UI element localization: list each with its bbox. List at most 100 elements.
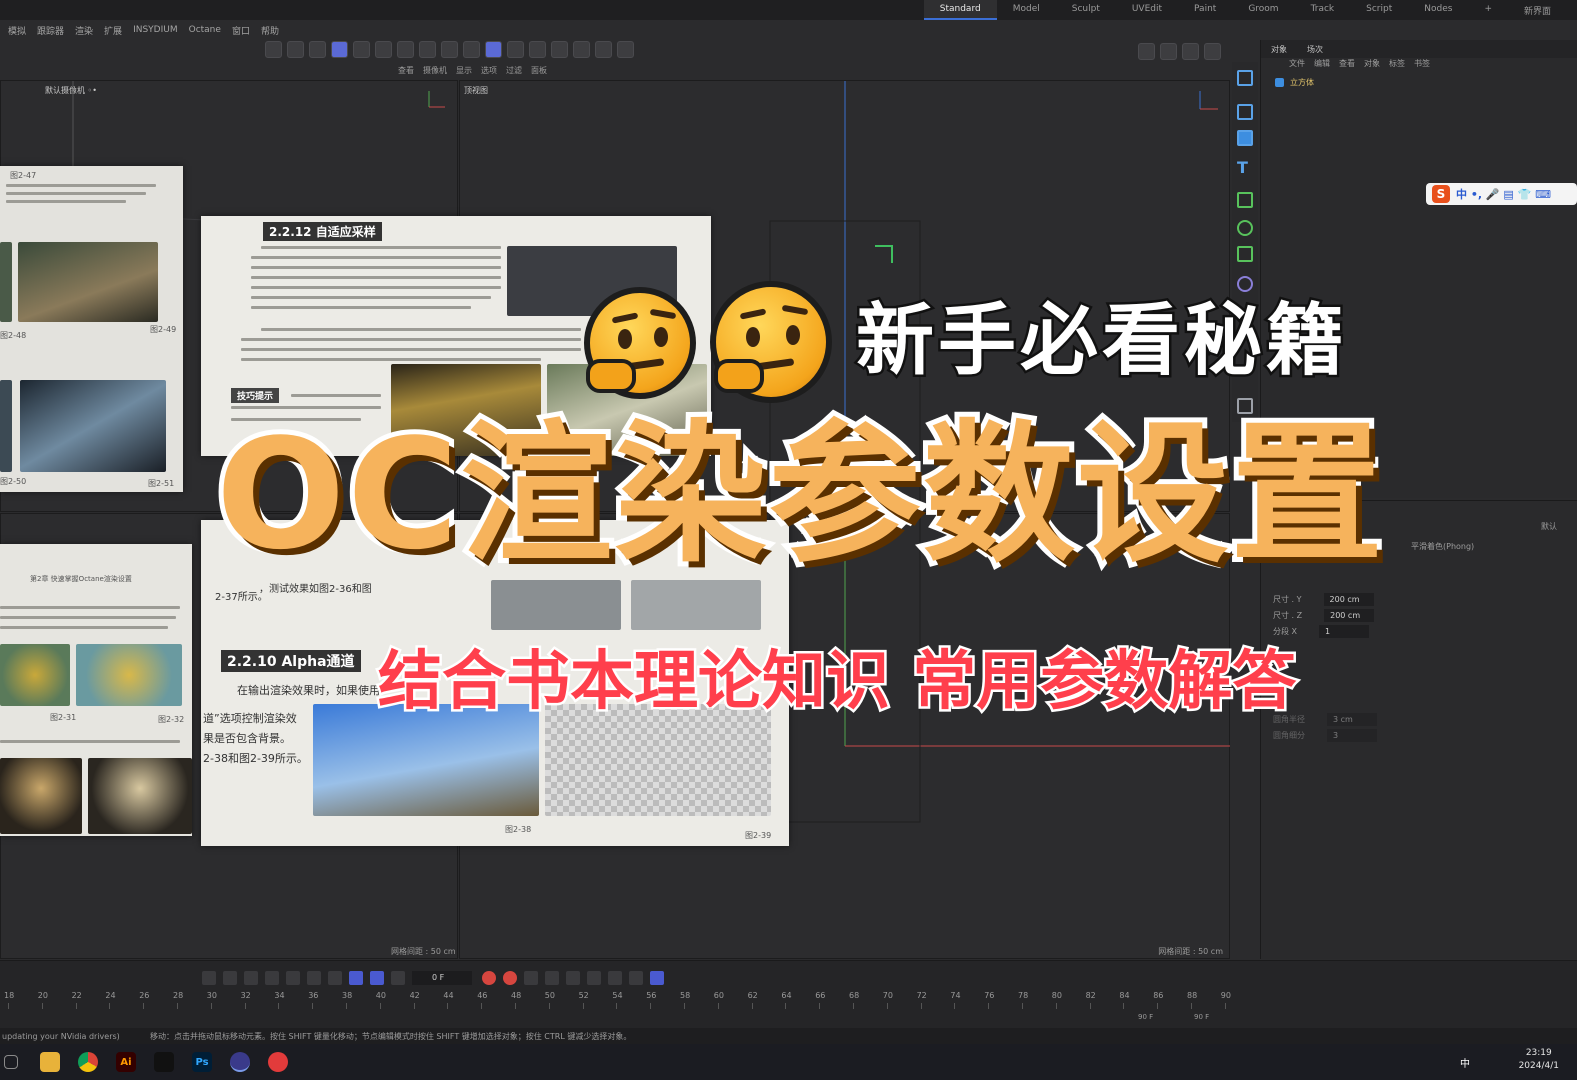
texture-icon[interactable]: [397, 41, 414, 58]
obj-menu-file[interactable]: 文件: [1289, 58, 1305, 74]
octane-live-icon[interactable]: [1204, 43, 1221, 60]
gear-icon[interactable]: [573, 41, 590, 58]
sound-icon[interactable]: [391, 971, 405, 985]
magnet-icon[interactable]: [419, 41, 436, 58]
record-icon[interactable]: [482, 971, 496, 985]
capcut-icon[interactable]: [154, 1052, 174, 1072]
prev-frame-icon[interactable]: [244, 971, 258, 985]
timeline-mode-icon[interactable]: [370, 971, 384, 985]
timeline-end-frame-a[interactable]: 90 F: [1138, 1013, 1153, 1021]
cinema4d-icon[interactable]: [230, 1052, 250, 1072]
motion-mode-icon[interactable]: [650, 971, 664, 985]
menu-octane[interactable]: Octane: [189, 25, 221, 35]
menu-render[interactable]: 渲染: [75, 24, 93, 37]
viewport-menu-filter[interactable]: 过滤: [506, 65, 522, 76]
hexagon-icon[interactable]: [595, 41, 612, 58]
layout-tab-nodes[interactable]: Nodes: [1408, 0, 1468, 20]
chrome-icon[interactable]: [78, 1052, 98, 1072]
target-icon[interactable]: [529, 41, 546, 58]
clock[interactable]: 23:19 2024/4/1: [1519, 1047, 1559, 1073]
prev-key-icon[interactable]: [223, 971, 237, 985]
go-to-start-icon[interactable]: [202, 971, 216, 985]
layout-tab-paint[interactable]: Paint: [1178, 0, 1232, 20]
select-icon[interactable]: [1237, 70, 1253, 86]
obj-menu-object[interactable]: 对象: [1364, 58, 1380, 74]
layout-tab-standard[interactable]: Standard: [923, 0, 997, 20]
viewport-menu-options[interactable]: 选项: [481, 65, 497, 76]
obj-menu-bookmarks[interactable]: 书签: [1414, 58, 1430, 74]
task-view-icon[interactable]: [4, 1055, 18, 1069]
obj-menu-tags[interactable]: 标签: [1389, 58, 1405, 74]
layout-tab-uvedit[interactable]: UVEdit: [1116, 0, 1178, 20]
input-language-indicator[interactable]: 中: [1460, 1052, 1470, 1072]
layout-tab-model[interactable]: Model: [997, 0, 1056, 20]
octane-icon[interactable]: [617, 41, 634, 58]
obj-menu-view[interactable]: 查看: [1339, 58, 1355, 74]
timeline-end-frame-b[interactable]: 90 F: [1194, 1013, 1209, 1021]
key-scale-icon[interactable]: [587, 971, 601, 985]
viewport-menu-display[interactable]: 显示: [456, 65, 472, 76]
layout-tab-groom[interactable]: Groom: [1232, 0, 1294, 20]
render-picture-icon[interactable]: [1160, 43, 1177, 60]
attr-fillet-radius-value[interactable]: 3 cm: [1327, 713, 1377, 726]
menu-tracker[interactable]: 跟踪器: [37, 24, 64, 37]
attr-size-y-value[interactable]: 200 cm: [1323, 593, 1374, 606]
key-rotation-icon[interactable]: [566, 971, 580, 985]
menu-extensions[interactable]: 扩展: [104, 24, 122, 37]
spline-icon[interactable]: [1237, 104, 1253, 120]
layout-tab-track[interactable]: Track: [1295, 0, 1351, 20]
object-row-cube[interactable]: 立方体: [1261, 74, 1577, 90]
photoshop-icon[interactable]: Ps: [192, 1052, 212, 1072]
attribute-mode[interactable]: 默认: [1541, 521, 1557, 532]
workplane-icon[interactable]: [507, 41, 524, 58]
text-tool-icon[interactable]: T: [1237, 158, 1253, 177]
render-settings-icon[interactable]: [1182, 43, 1199, 60]
viewport-menu-camera[interactable]: 摄像机: [423, 65, 447, 76]
mograph-icon[interactable]: [1237, 220, 1253, 236]
generator-icon[interactable]: [1237, 192, 1253, 208]
key-settings-icon[interactable]: [524, 971, 538, 985]
tab-takes[interactable]: 场次: [1297, 40, 1333, 58]
app-icon[interactable]: [268, 1052, 288, 1072]
menu-simulate[interactable]: 模拟: [8, 24, 26, 37]
timeline-ruler[interactable]: 18 20 22 24 26 28 30 32 34 36 38 40 42 44 46 48 50 52 54 56…: [0, 991, 1231, 1009]
new-layout-button[interactable]: 新界面: [1508, 0, 1567, 20]
file-explorer-icon[interactable]: [40, 1052, 60, 1072]
obj-menu-edit[interactable]: 编辑: [1314, 58, 1330, 74]
attr-fillet-subdiv-value[interactable]: 3: [1327, 729, 1377, 742]
cube-icon[interactable]: [1237, 130, 1253, 146]
next-key-icon[interactable]: [307, 971, 321, 985]
snap-icon[interactable]: [463, 41, 480, 58]
illustrator-icon[interactable]: Ai: [116, 1052, 136, 1072]
go-to-end-icon[interactable]: [328, 971, 342, 985]
layout-tab-sculpt[interactable]: Sculpt: [1056, 0, 1116, 20]
grid-snap-icon[interactable]: [485, 41, 502, 58]
viewport-menu-panel[interactable]: 面板: [531, 65, 547, 76]
auto-key-icon[interactable]: [503, 971, 517, 985]
attr-segments-x-value[interactable]: 1: [1319, 625, 1370, 638]
model-mode-icon[interactable]: [331, 41, 348, 58]
attr-size-z-value[interactable]: 200 cm: [1324, 609, 1375, 622]
current-frame-field[interactable]: 0 F: [412, 971, 472, 985]
menu-window[interactable]: 窗口: [232, 24, 250, 37]
menu-help[interactable]: 帮助: [261, 24, 279, 37]
deformer-icon[interactable]: [1237, 246, 1253, 262]
layout-tab-script[interactable]: Script: [1350, 0, 1408, 20]
point-mode-icon[interactable]: [265, 41, 282, 58]
object-mode-icon[interactable]: [353, 41, 370, 58]
edge-mode-icon[interactable]: [287, 41, 304, 58]
menu-insydium[interactable]: INSYDIUM: [133, 25, 178, 35]
key-position-icon[interactable]: [545, 971, 559, 985]
render-view-icon[interactable]: [1138, 43, 1155, 60]
tab-objects[interactable]: 对象: [1261, 40, 1297, 58]
next-frame-icon[interactable]: [286, 971, 300, 985]
symmetry-icon[interactable]: [551, 41, 568, 58]
key-param-icon[interactable]: [608, 971, 622, 985]
key-pla-icon[interactable]: [629, 971, 643, 985]
loop-icon[interactable]: [349, 971, 363, 985]
add-layout-button[interactable]: +: [1468, 0, 1508, 20]
soft-select-icon[interactable]: [441, 41, 458, 58]
viewport-menu-view[interactable]: 查看: [398, 65, 414, 76]
ime-toolbar[interactable]: S 中 •, 🎤 ▤ 👕 ⌨: [1426, 183, 1577, 205]
axis-icon[interactable]: [375, 41, 392, 58]
